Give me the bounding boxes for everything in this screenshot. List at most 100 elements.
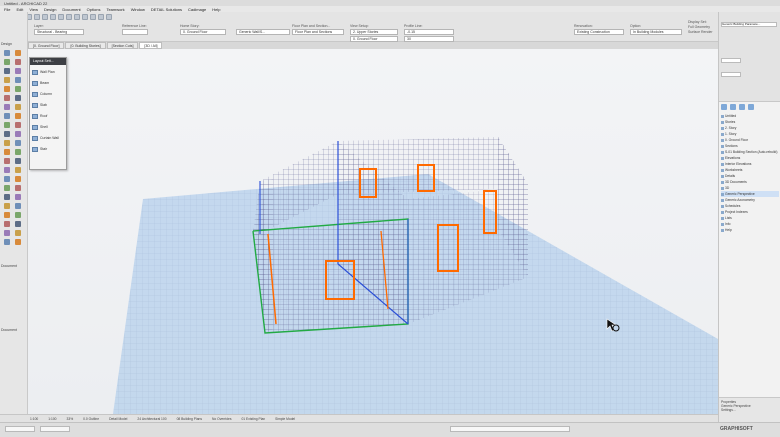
override-field[interactable]: Generic Building Paramete... bbox=[721, 22, 777, 27]
tool-icon[interactable] bbox=[15, 95, 21, 101]
menu-view[interactable]: View bbox=[29, 7, 38, 12]
status-scale-1[interactable]: 1:100 bbox=[30, 417, 38, 421]
tool-icon[interactable] bbox=[4, 77, 10, 83]
zoom-in-icon[interactable] bbox=[50, 14, 56, 20]
navigator-field-1[interactable] bbox=[721, 58, 741, 63]
tool-icon[interactable] bbox=[15, 149, 21, 155]
menu-file[interactable]: File bbox=[4, 7, 10, 12]
tool-icon[interactable] bbox=[15, 158, 21, 164]
composite-select[interactable]: Generic Wall/S... bbox=[236, 29, 290, 35]
undo-icon[interactable] bbox=[34, 14, 40, 20]
status-scale-2[interactable]: 1:100 bbox=[48, 417, 56, 421]
tool-icon[interactable] bbox=[15, 122, 21, 128]
redo-icon[interactable] bbox=[42, 14, 48, 20]
tab-3d-all[interactable]: [3D / All] bbox=[139, 42, 163, 49]
tool-icon[interactable] bbox=[4, 95, 10, 101]
palette-item-slab[interactable]: Slab bbox=[30, 101, 66, 109]
palette-item-column[interactable]: Column bbox=[30, 90, 66, 98]
tool-icon[interactable] bbox=[15, 176, 21, 182]
menu-teamwork[interactable]: Teamwork bbox=[106, 7, 124, 12]
tool-icon[interactable] bbox=[4, 203, 10, 209]
home-story-select[interactable]: 0. Ground Floor bbox=[180, 29, 226, 35]
tool-icon[interactable] bbox=[4, 212, 10, 218]
menu-design[interactable]: Design bbox=[44, 7, 56, 12]
3d-model-canvas[interactable] bbox=[28, 49, 718, 414]
tool-icon[interactable] bbox=[15, 185, 21, 191]
layout-book-icon[interactable] bbox=[739, 104, 745, 110]
story-select[interactable]: 2. Upper Stories bbox=[350, 29, 398, 35]
taskbar-item-1[interactable] bbox=[5, 426, 35, 432]
publisher-icon[interactable] bbox=[748, 104, 754, 110]
project-map-icon[interactable] bbox=[721, 104, 727, 110]
fit-window-icon[interactable] bbox=[66, 14, 72, 20]
tool-icon[interactable] bbox=[4, 167, 10, 173]
tool-icon[interactable] bbox=[4, 122, 10, 128]
tool-icon[interactable] bbox=[4, 185, 10, 191]
tool-icon[interactable] bbox=[4, 149, 10, 155]
tool-icon[interactable] bbox=[15, 140, 21, 146]
menu-detail-solutions[interactable]: DETAIL Solutions bbox=[151, 7, 182, 12]
tool-icon[interactable] bbox=[4, 68, 10, 74]
renovation-select[interactable]: Existing Construction bbox=[574, 29, 624, 35]
tool-icon[interactable] bbox=[15, 212, 21, 218]
tool-icon[interactable] bbox=[15, 68, 21, 74]
palette-item-curtain-wall[interactable]: Curtain Wall bbox=[30, 134, 66, 142]
tool-icon[interactable] bbox=[15, 239, 21, 245]
section-icon[interactable] bbox=[90, 14, 96, 20]
3d-view-icon[interactable] bbox=[82, 14, 88, 20]
menu-options[interactable]: Options bbox=[87, 7, 101, 12]
tool-icon[interactable] bbox=[4, 194, 10, 200]
tool-icon[interactable] bbox=[15, 59, 21, 65]
palette-item-shell[interactable]: Shell bbox=[30, 123, 66, 131]
status-model[interactable]: Simple Model bbox=[275, 417, 295, 421]
settings-button[interactable]: Settings... bbox=[721, 408, 779, 412]
tool-icon[interactable] bbox=[4, 86, 10, 92]
option-select[interactable]: In Building Modules bbox=[630, 29, 682, 35]
status-pen[interactable]: 24 Architectural 100 bbox=[137, 417, 166, 421]
tool-icon[interactable] bbox=[4, 239, 10, 245]
tool-icon[interactable] bbox=[4, 59, 10, 65]
tool-icon[interactable] bbox=[4, 113, 10, 119]
layers-icon[interactable] bbox=[98, 14, 104, 20]
tool-icon[interactable] bbox=[4, 131, 10, 137]
palette-title[interactable]: Layout Sett... bbox=[30, 58, 66, 65]
tool-icon[interactable] bbox=[4, 230, 10, 236]
tool-icon[interactable] bbox=[4, 176, 10, 182]
zoom-out-icon[interactable] bbox=[58, 14, 64, 20]
menu-document[interactable]: Document bbox=[62, 7, 80, 12]
tool-icon[interactable] bbox=[4, 104, 10, 110]
tool-icon[interactable] bbox=[15, 104, 21, 110]
tab-ground-floor[interactable]: [0. Ground Floor] bbox=[28, 42, 65, 49]
status-zoom[interactable]: 33% bbox=[67, 417, 74, 421]
menu-edit[interactable]: Edit bbox=[16, 7, 23, 12]
tool-icon[interactable] bbox=[4, 140, 10, 146]
tool-icon[interactable] bbox=[15, 131, 21, 137]
palette-item-roof[interactable]: Roof bbox=[30, 112, 66, 120]
status-overrides[interactable]: No Overrides bbox=[212, 417, 231, 421]
view-map-icon[interactable] bbox=[730, 104, 736, 110]
tool-icon[interactable] bbox=[15, 50, 21, 56]
taskbar-item-3[interactable] bbox=[450, 426, 570, 432]
menu-cadimage[interactable]: Cadimage bbox=[188, 7, 206, 12]
tool-icon[interactable] bbox=[4, 50, 10, 56]
floor-plan-select[interactable]: Floor Plan and Sections bbox=[292, 29, 344, 35]
tool-icon[interactable] bbox=[15, 86, 21, 92]
magic-wand-icon[interactable] bbox=[106, 14, 112, 20]
tool-icon[interactable] bbox=[15, 203, 21, 209]
status-layer-combo[interactable]: 08 Building Plans bbox=[177, 417, 202, 421]
menu-window[interactable]: Window bbox=[131, 7, 145, 12]
tool-icon[interactable] bbox=[15, 221, 21, 227]
tool-icon[interactable] bbox=[15, 77, 21, 83]
tab-building-stories[interactable]: [0. Building Stories] bbox=[65, 42, 106, 49]
navigator-field-2[interactable] bbox=[721, 72, 741, 77]
tool-icon[interactable] bbox=[4, 221, 10, 227]
reference-line-select[interactable] bbox=[122, 29, 148, 35]
status-renovation[interactable]: 01 Existing Plan bbox=[241, 417, 265, 421]
tab-section-cuts[interactable]: [Section Cuts] bbox=[106, 42, 139, 49]
tree-item[interactable]: Help bbox=[721, 227, 779, 233]
tool-icon[interactable] bbox=[15, 167, 21, 173]
3d-viewport[interactable] bbox=[28, 49, 718, 414]
palette-item-beam[interactable]: Beam bbox=[30, 79, 66, 87]
status-model-view[interactable]: Detail Model bbox=[109, 417, 127, 421]
orbit-icon[interactable] bbox=[74, 14, 80, 20]
